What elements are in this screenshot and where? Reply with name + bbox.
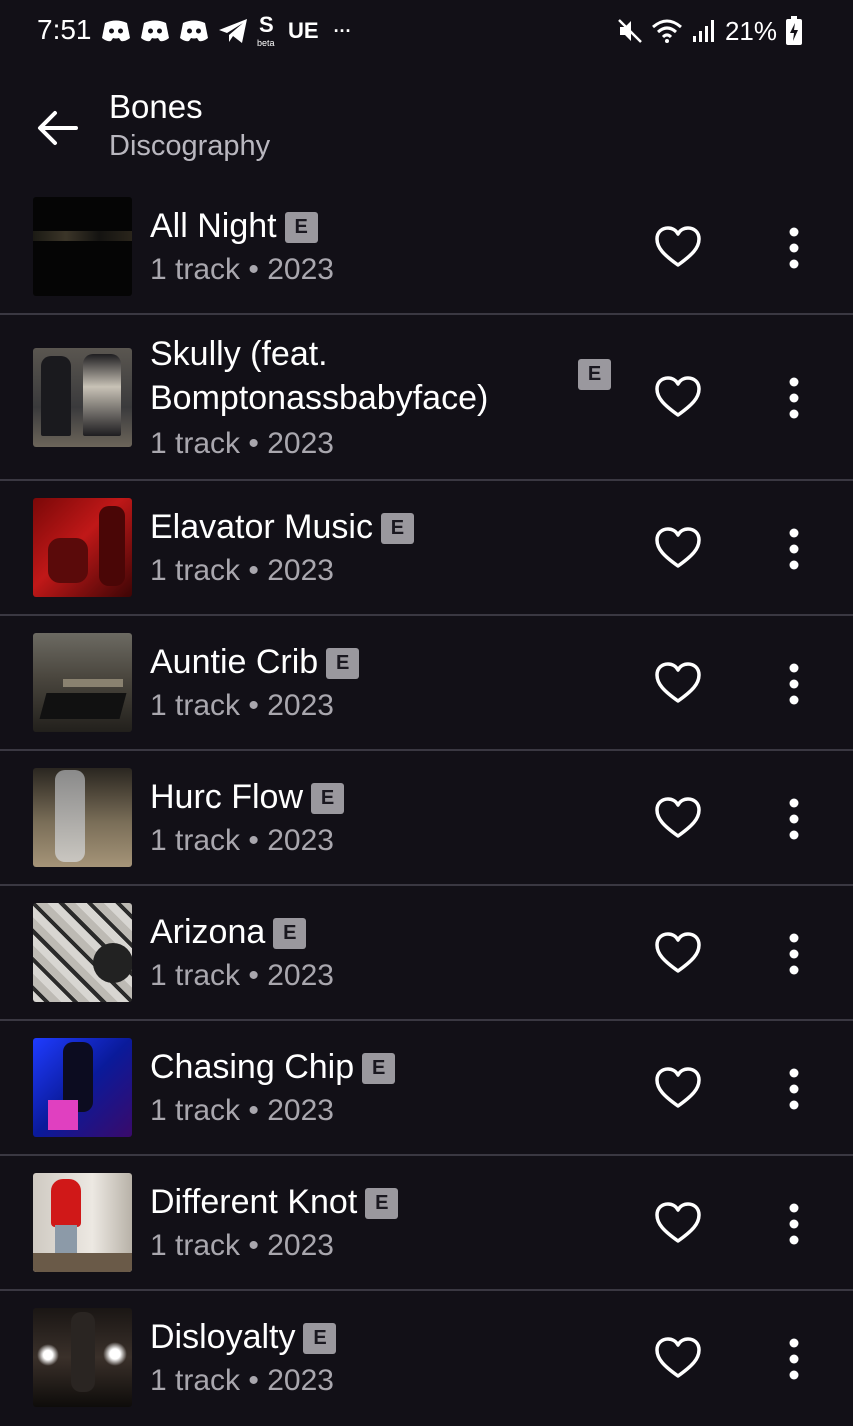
more-vertical-icon[interactable] (780, 1203, 808, 1245)
album-row[interactable]: Chasing Chip E 1 track • 2023 (0, 1021, 853, 1156)
more-vertical-icon[interactable] (780, 798, 808, 840)
album-meta: 1 track • 2023 (150, 1364, 334, 1397)
album-title: Hurc Flow E (150, 775, 345, 819)
explicit-badge: E (578, 359, 611, 390)
album-meta: 1 track • 2023 (150, 689, 334, 722)
album-art (33, 197, 132, 296)
page-title: Bones (109, 88, 203, 125)
album-meta: 1 track • 2023 (150, 959, 334, 992)
heart-outline-icon[interactable] (654, 1336, 702, 1380)
heart-outline-icon[interactable] (654, 1066, 702, 1110)
more-vertical-icon[interactable] (780, 1338, 808, 1380)
album-title: Elavator Music E (150, 505, 414, 549)
more-vertical-icon[interactable] (780, 933, 808, 975)
heart-outline-icon[interactable] (654, 1201, 702, 1245)
app-beta-icon: S beta (257, 12, 275, 48)
album-row[interactable]: Different Knot E 1 track • 2023 (0, 1156, 853, 1291)
album-meta: 1 track • 2023 (150, 427, 334, 460)
telegram-icon (219, 19, 247, 43)
album-art (33, 768, 132, 867)
album-row[interactable]: Arizona E 1 track • 2023 (0, 886, 853, 1021)
more-vertical-icon[interactable] (780, 663, 808, 705)
album-title: Chasing Chip E (150, 1045, 396, 1089)
battery-percent: 21% (724, 15, 777, 46)
heart-outline-icon[interactable] (654, 225, 702, 269)
explicit-badge: E (284, 212, 318, 243)
discord-icon (102, 20, 130, 42)
status-bar: 7:51 S beta UE ··· 21% (0, 0, 853, 62)
album-row[interactable]: Hurc Flow E 1 track • 2023 (0, 751, 853, 886)
album-meta: 1 track • 2023 (150, 1229, 334, 1262)
album-title: Different Knot E (150, 1180, 399, 1224)
heart-outline-icon[interactable] (654, 375, 702, 419)
album-title: Skully (feat. Bomptonassbabyface) (150, 335, 489, 417)
album-row[interactable]: Disloyalty E 1 track • 2023 (0, 1291, 853, 1426)
heart-outline-icon[interactable] (654, 931, 702, 975)
album-art (33, 633, 132, 732)
album-list: All Night E 1 track • 2023 Skully (feat. … (0, 180, 853, 1426)
explicit-badge: E (362, 1053, 396, 1084)
album-row[interactable]: Skully (feat. Bomptonassbabyface) E 1 tr… (0, 315, 853, 481)
album-art (33, 1173, 132, 1272)
explicit-badge: E (303, 1323, 337, 1354)
album-title: Disloyalty E (150, 1315, 337, 1359)
explicit-badge: E (380, 513, 414, 544)
carrier-label: UE (288, 18, 319, 43)
heart-outline-icon[interactable] (654, 796, 702, 840)
notification-icons: S beta UE ··· (101, 12, 352, 48)
heart-outline-icon[interactable] (654, 661, 702, 705)
battery-icon (786, 16, 802, 45)
more-vertical-icon[interactable] (780, 528, 808, 570)
status-time: 7:51 (37, 14, 92, 45)
album-art (33, 903, 132, 1002)
page-subtitle: Discography (109, 130, 271, 162)
album-title: Auntie Crib E (150, 640, 360, 684)
more-vertical-icon[interactable] (780, 377, 808, 419)
album-row[interactable]: All Night E 1 track • 2023 (0, 180, 853, 315)
more-vertical-icon[interactable] (780, 227, 808, 269)
explicit-badge: E (311, 783, 345, 814)
explicit-badge: E (365, 1188, 399, 1219)
explicit-badge: E (326, 648, 360, 679)
system-icons: 21% (617, 14, 803, 48)
album-meta: 1 track • 2023 (150, 824, 334, 857)
album-meta: 1 track • 2023 (150, 554, 334, 587)
album-art (33, 498, 132, 597)
album-row[interactable]: Elavator Music E 1 track • 2023 (0, 481, 853, 616)
more-notifications-icon: ··· (333, 20, 352, 41)
wifi-icon (651, 19, 682, 43)
album-title: Arizona E (150, 910, 307, 954)
album-art (33, 1038, 132, 1137)
album-meta: 1 track • 2023 (150, 253, 334, 286)
heart-outline-icon[interactable] (654, 526, 702, 570)
album-meta: 1 track • 2023 (150, 1094, 334, 1127)
mute-icon (618, 19, 642, 43)
discord-icon (180, 20, 208, 42)
album-title: All Night E (150, 204, 318, 248)
back-arrow-icon[interactable] (34, 104, 82, 152)
discord-icon (141, 20, 169, 42)
album-row[interactable]: Auntie Crib E 1 track • 2023 (0, 616, 853, 751)
signal-icon (692, 20, 714, 42)
album-art (33, 348, 132, 447)
album-art (33, 1308, 132, 1407)
explicit-badge: E (273, 918, 307, 949)
more-vertical-icon[interactable] (780, 1068, 808, 1110)
